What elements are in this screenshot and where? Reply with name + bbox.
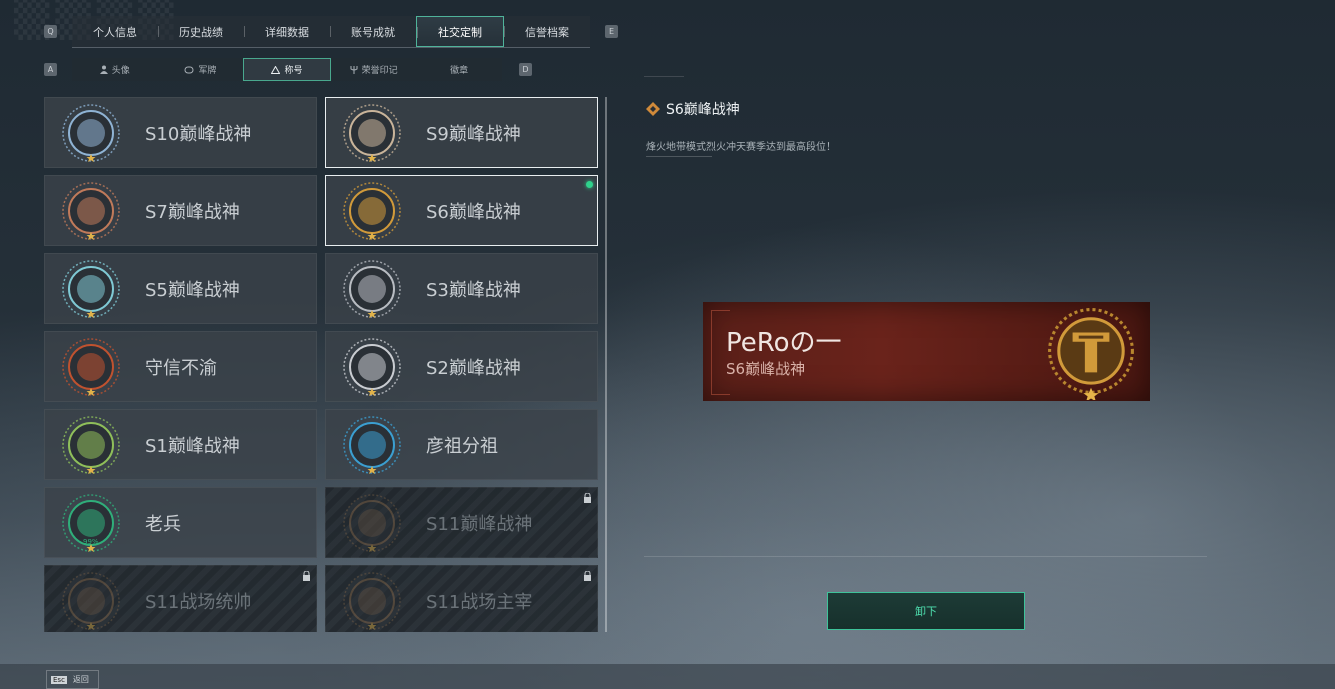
detail-title: S6巅峰战神 [666,102,740,118]
subtab-honor-mark[interactable]: 荣誉印记 [331,58,417,81]
title-card-label: S3巅峰战神 [426,280,521,301]
title-card-label: 老兵 [145,514,181,535]
sub-tab-bar: 头像 军牌 称号 荣誉印记 徽章 [72,58,502,81]
skull-emblem [62,260,120,318]
dogtag-icon [184,66,194,73]
detail-description: 烽火地带模式烈火冲天赛季达到最高段位！ [646,142,836,153]
scales-emblem [62,338,120,396]
grid-scrollbar[interactable] [605,97,607,632]
portrait-emblem [343,416,401,474]
subtab-title-label: 称号 [284,66,303,76]
diamond-icon [646,102,660,116]
subtab-avatar-label: 头像 [111,66,130,76]
next-subtab-key: D [519,63,532,76]
title-card-label: S9巅峰战神 [426,124,521,145]
title-card[interactable]: S5巅峰战神 [44,253,317,324]
back-label: 返回 [72,675,89,684]
deco-line [644,556,1207,557]
title-card[interactable]: S11战场统帅 [44,565,317,632]
crocodile-emblem [62,416,120,474]
next-tab-key: E [605,25,618,38]
gun-emblem [62,182,120,240]
tab-personal-info[interactable]: 个人信息 [72,16,158,47]
title-card[interactable]: S10巅峰战神 [44,97,317,168]
title-card[interactable]: 老兵 99% [44,487,317,558]
bottom-bar [0,664,1335,689]
tab-match-history[interactable]: 历史战绩 [158,16,244,47]
title-grid: S10巅峰战神 S9巅峰战神 S7巅峰战神 S6巅峰战神 S5巅峰战神 S3巅峰战神守信不… [44,97,599,632]
triangle-emblem [343,338,401,396]
tab-detailed-data[interactable]: 详细数据 [244,16,330,47]
title-card[interactable]: S11战场主宰 [325,565,598,632]
t-shield-emblem [343,182,401,240]
subtab-badge-label: 徽章 [450,66,469,76]
progress-text: 99% [83,538,99,546]
banner-player-name: PeRoの一 [726,328,842,358]
trident-icon [350,66,358,74]
title-card-label: S1巅峰战神 [145,436,240,457]
title-card[interactable]: S7巅峰战神 [44,175,317,246]
equipped-indicator [586,181,593,188]
title-card-label: S5巅峰战神 [145,280,240,301]
subtab-title[interactable]: 称号 [243,58,331,81]
tower-emblem [62,104,120,162]
title-card[interactable]: 守信不渝 [44,331,317,402]
title-card[interactable]: S9巅峰战神 [325,97,598,168]
esc-key: Esc [51,675,67,684]
title-banner-preview: PeRoの一 S6巅峰战神 [703,302,1150,401]
t-shield-emblem [1048,308,1134,400]
deco-line [646,156,712,157]
title-card-label: 守信不渝 [145,358,217,379]
prev-subtab-key: A [44,63,57,76]
tab-reputation[interactable]: 信誉档案 [504,16,590,47]
tab-social-customization[interactable]: 社交定制 [416,16,504,47]
airship-emblem [343,494,401,552]
title-card-label: 彦祖分祖 [426,436,498,457]
tank-emblem [62,572,120,630]
globe-emblem [343,260,401,318]
lock-icon [584,493,591,503]
subtab-dogtag[interactable]: 军牌 [158,58,244,81]
title-card[interactable]: 彦祖分祖 [325,409,598,480]
title-card[interactable]: S6巅峰战神 [325,175,598,246]
title-card-label: S10巅峰战神 [145,124,252,145]
title-card-label: S11巅峰战神 [426,514,533,535]
unequip-button[interactable]: 卸下 [827,592,1025,630]
subtab-honor-mark-label: 荣誉印记 [361,66,398,76]
title-card-label: S6巅峰战神 [426,202,521,223]
fortress-emblem [343,104,401,162]
subtab-avatar[interactable]: 头像 [72,58,158,81]
subtab-badge[interactable]: 徽章 [416,58,502,81]
detail-header: S6巅峰战神 [646,99,740,119]
title-card[interactable]: S11巅峰战神 [325,487,598,558]
lock-icon [584,571,591,581]
main-tab-bar: 个人信息 历史战绩 详细数据 账号成就 社交定制 信誉档案 [72,16,590,48]
title-card[interactable]: S3巅峰战神 [325,253,598,324]
lock-icon [303,571,310,581]
title-card-label: S11战场主宰 [426,592,533,613]
tab-achievements[interactable]: 账号成就 [330,16,416,47]
prev-tab-key: Q [44,25,57,38]
title-card-label: S11战场统帅 [145,592,252,613]
title-card[interactable]: S2巅峰战神 [325,331,598,402]
title-card-label: S2巅峰战神 [426,358,521,379]
title-card[interactable]: S1巅峰战神 [44,409,317,480]
subtab-dogtag-label: 军牌 [198,66,217,76]
title-card-label: S7巅峰战神 [145,202,240,223]
gate-emblem [343,572,401,630]
back-button[interactable]: Esc 返回 [46,670,99,689]
deco-line [644,76,684,77]
person-icon [99,65,108,74]
banner-rank-title: S6巅峰战神 [726,360,806,378]
triangle-icon [271,65,281,74]
